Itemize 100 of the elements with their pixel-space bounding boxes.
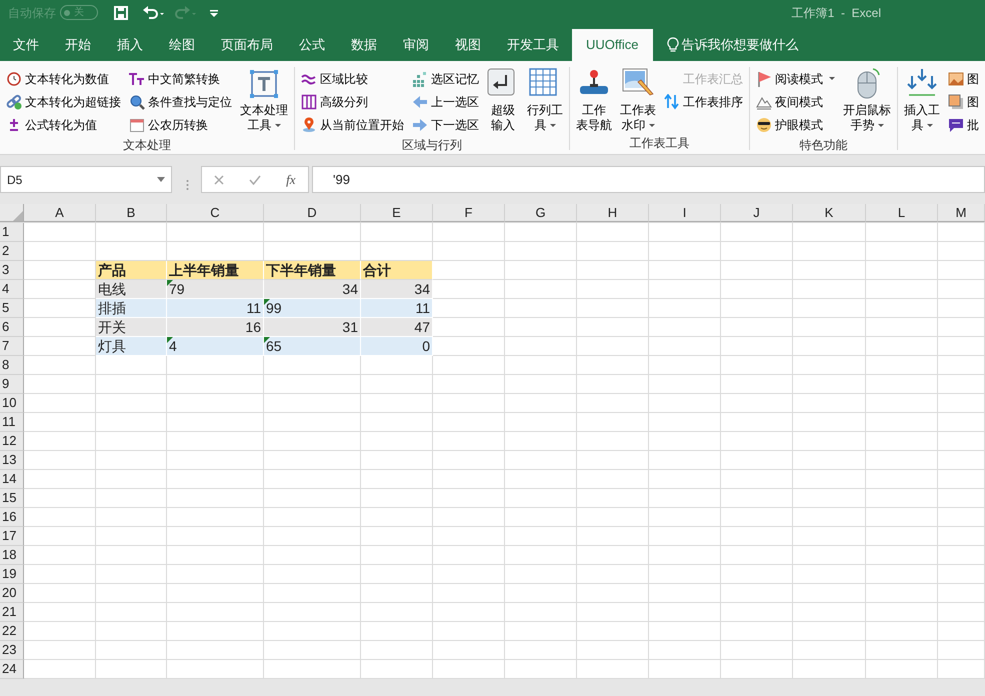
picture-stack-icon	[948, 94, 964, 110]
column-header[interactable]: M	[938, 204, 985, 222]
row-header[interactable]: 15	[0, 489, 24, 508]
row-header[interactable]: 1	[0, 223, 24, 242]
name-box[interactable]: D5	[0, 166, 172, 193]
ribbon-button[interactable]: 工作 表导航	[574, 67, 614, 134]
ribbon-button[interactable]: 上一选区	[410, 90, 481, 113]
table-cell: 4	[167, 337, 264, 356]
row-header[interactable]: 21	[0, 603, 24, 622]
row-header[interactable]: 12	[0, 432, 24, 451]
ribbon-button[interactable]: 文本转化为超链接	[4, 90, 123, 113]
table-cell: 16	[167, 318, 264, 337]
ribbon-tab[interactable]: 开发工具	[494, 29, 572, 61]
lightbulb-icon	[666, 37, 678, 53]
row-header[interactable]: 3	[0, 261, 24, 280]
column-header[interactable]: B	[96, 204, 167, 222]
row-header[interactable]: 17	[0, 527, 24, 546]
ribbon-button[interactable]: 护眼模式	[754, 113, 837, 136]
row-header[interactable]: 16	[0, 508, 24, 527]
table-cell: 65	[264, 337, 361, 356]
ribbon-button[interactable]: 选区记忆	[410, 67, 481, 90]
row-header[interactable]: 8	[0, 356, 24, 375]
table-cell: 合计	[361, 261, 433, 280]
search-icon	[129, 94, 145, 110]
table-cell: 11	[167, 299, 264, 318]
column-header[interactable]: E	[361, 204, 433, 222]
ribbon-tab[interactable]: 开始	[52, 29, 104, 61]
row-header[interactable]: 6	[0, 318, 24, 337]
map-pin-icon	[301, 116, 317, 132]
row-header[interactable]: 13	[0, 451, 24, 470]
row-header[interactable]: 4	[0, 280, 24, 299]
ribbon-tab[interactable]: 绘图	[156, 29, 208, 61]
row-header[interactable]: 23	[0, 641, 24, 660]
link-icon	[6, 94, 22, 110]
row-header[interactable]: 5	[0, 299, 24, 318]
table-cell: 排插	[96, 299, 167, 318]
ribbon-button[interactable]: 条件查找与定位	[127, 90, 234, 113]
column-header[interactable]: I	[649, 204, 721, 222]
row-header[interactable]: 22	[0, 622, 24, 641]
select-all-corner[interactable]	[0, 204, 24, 222]
ribbon-button[interactable]: 区域比较	[299, 67, 406, 90]
ribbon-button[interactable]: 阅读模式	[754, 67, 837, 90]
row-header[interactable]: 20	[0, 584, 24, 603]
table-cell: 99	[264, 299, 361, 318]
row-header[interactable]: 19	[0, 565, 24, 584]
ribbon-tab[interactable]: 视图	[442, 29, 494, 61]
ribbon-button[interactable]: 插入工 具	[902, 67, 942, 136]
ribbon-button[interactable]: 公农历转换	[127, 113, 234, 136]
column-header[interactable]: A	[24, 204, 96, 222]
ribbon-tab[interactable]: UUOffice	[572, 29, 652, 61]
ribbon-button[interactable]: 文本转化为数值	[4, 67, 123, 90]
ribbon-button[interactable]: 下一选区	[410, 113, 481, 136]
tell-me-search[interactable]: 告诉我你想要做什么	[682, 35, 798, 55]
cancel-icon	[214, 174, 224, 184]
ribbon-tab[interactable]: 页面布局	[208, 29, 286, 61]
ribbon-button[interactable]: 工作表 水印	[618, 67, 658, 134]
row-header[interactable]: 11	[0, 413, 24, 432]
ribbon-button[interactable]: 工作表排序	[662, 90, 745, 113]
column-header[interactable]: D	[264, 204, 361, 222]
ribbon-tab[interactable]: 插入	[104, 29, 156, 61]
formula-field[interactable]: '99	[312, 166, 985, 193]
row-header[interactable]: 7	[0, 337, 24, 356]
row-header[interactable]: 10	[0, 394, 24, 413]
row-header[interactable]: 24	[0, 660, 24, 679]
window-title: 工作簿1 - Excel	[792, 4, 881, 22]
ribbon-button[interactable]: 中文简繁转换	[127, 67, 234, 90]
insert-function-button[interactable]: fx	[286, 170, 296, 190]
ribbon-button[interactable]: 文本处理 工具	[238, 67, 290, 136]
row-header[interactable]: 14	[0, 470, 24, 489]
flag-icon	[756, 70, 772, 86]
column-header[interactable]: J	[721, 204, 793, 222]
ribbon-button[interactable]: 批	[946, 113, 981, 136]
ribbon-button[interactable]: 行列工 具	[525, 67, 565, 136]
column-header[interactable]: F	[433, 204, 505, 222]
table-cell: 11	[361, 299, 433, 318]
column-header[interactable]: K	[793, 204, 866, 222]
grip-icon	[186, 179, 189, 191]
table-cell: 下半年销量	[264, 261, 361, 280]
ribbon-button[interactable]: 图	[946, 90, 981, 113]
row-header[interactable]: 18	[0, 546, 24, 565]
ribbon-tab[interactable]: 文件	[0, 29, 52, 61]
row-header[interactable]: 2	[0, 242, 24, 261]
row-header[interactable]: 9	[0, 375, 24, 394]
table-cell: 47	[361, 318, 433, 337]
ribbon-button[interactable]: 开启鼠标 手势	[841, 67, 893, 136]
ribbon-tab[interactable]: 公式	[286, 29, 338, 61]
column-header[interactable]: C	[167, 204, 264, 222]
column-header[interactable]: H	[577, 204, 649, 222]
table-cell: 79	[167, 280, 264, 299]
ribbon-button[interactable]: 超级 输入	[485, 67, 521, 136]
ribbon-button[interactable]: 图	[946, 67, 981, 90]
error-indicator-icon	[167, 280, 173, 286]
ribbon-button[interactable]: 公式转化为值	[4, 113, 123, 136]
ribbon-tab[interactable]: 数据	[338, 29, 390, 61]
ribbon-button[interactable]: 高级分列	[299, 90, 406, 113]
ribbon-button[interactable]: 夜间模式	[754, 90, 837, 113]
ribbon-tab[interactable]: 审阅	[390, 29, 442, 61]
column-header[interactable]: G	[505, 204, 577, 222]
column-header[interactable]: L	[866, 204, 938, 222]
ribbon-button[interactable]: 从当前位置开始	[299, 113, 406, 136]
